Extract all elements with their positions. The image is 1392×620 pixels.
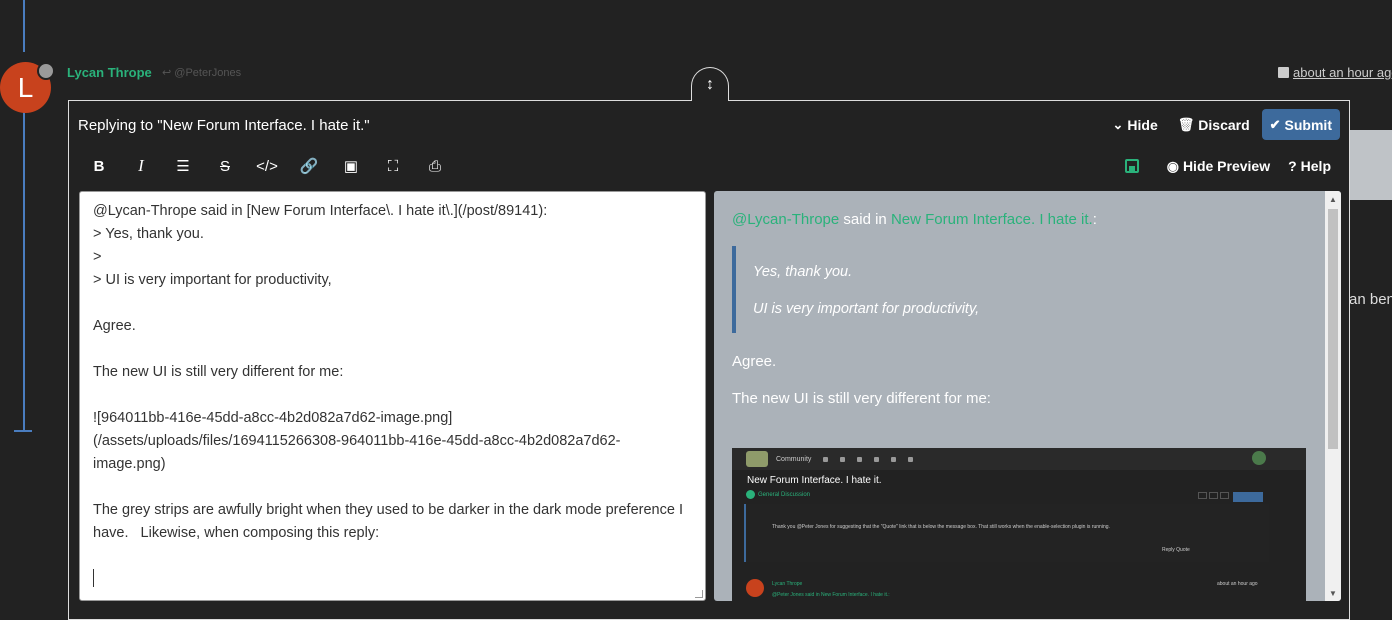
mini-category-label: General Discussion bbox=[758, 491, 811, 498]
site-logo-icon bbox=[746, 451, 768, 467]
hide-label: Hide bbox=[1127, 116, 1158, 133]
mini-time: about an hour ago bbox=[1217, 581, 1258, 587]
text-caret bbox=[93, 569, 94, 587]
nav-icon bbox=[874, 456, 880, 462]
trash-icon: 🗑 bbox=[1177, 116, 1195, 132]
background-strip bbox=[1350, 130, 1392, 200]
zen-mode-button[interactable]: ⛶ bbox=[372, 153, 414, 179]
strikethrough-button[interactable]: S bbox=[204, 153, 246, 179]
link-button[interactable]: 🔗 bbox=[288, 153, 330, 179]
bold-button[interactable]: B bbox=[78, 153, 120, 179]
composer: Replying to "New Forum Interface. I hate… bbox=[68, 100, 1350, 620]
mini-buttons bbox=[1198, 492, 1263, 502]
mini-mention: @Peter Jones said in New Forum Interface… bbox=[772, 592, 890, 598]
nav-icon bbox=[840, 456, 846, 462]
floppy-disk-icon[interactable] bbox=[1124, 159, 1139, 173]
discard-button[interactable]: 🗑 Discard bbox=[1170, 109, 1258, 140]
help-label: Help bbox=[1300, 158, 1331, 174]
submit-label: Submit bbox=[1284, 116, 1332, 133]
chevron-down-icon: ⌄ bbox=[1112, 116, 1124, 132]
preview-scrollbar[interactable]: ▲ ▼ bbox=[1325, 191, 1341, 601]
mini-navbar: Community bbox=[732, 448, 1306, 470]
hide-preview-button[interactable]: ◉ Hide Preview bbox=[1159, 153, 1278, 179]
check-icon: ✔ bbox=[1269, 116, 1281, 132]
mini-reply-button bbox=[1233, 492, 1263, 502]
list-button[interactable]: ☰ bbox=[162, 153, 204, 179]
preview-embedded-image: Community New Forum Interface. I hate it… bbox=[732, 448, 1306, 601]
eye-icon: ◉ bbox=[1166, 157, 1179, 174]
composer-actions: ⌄ Hide 🗑 Discard ✔ Submit bbox=[1105, 109, 1340, 140]
code-button[interactable]: </> bbox=[246, 153, 288, 179]
mini-text: Thank you @Peter Jones for suggesting th… bbox=[772, 524, 1110, 530]
resize-vertical-icon[interactable]: ↕ bbox=[691, 67, 729, 101]
quote-line: Yes, thank you. bbox=[753, 264, 853, 280]
topic-link[interactable]: New Forum Interface. I hate it. bbox=[891, 211, 1093, 228]
post-reply-to[interactable]: ↩ @PeterJones bbox=[162, 66, 241, 79]
scrollbar-thumb[interactable] bbox=[1328, 209, 1338, 449]
mini-button bbox=[1198, 492, 1207, 499]
post-author[interactable]: Lycan Thrope bbox=[67, 65, 152, 80]
image-button[interactable]: ▣ bbox=[330, 153, 372, 179]
toolbar-right: ◉ Hide Preview ? Help bbox=[1124, 153, 1339, 179]
globe-icon bbox=[1252, 451, 1266, 465]
preview-pane: @Lycan-Thrope said in New Forum Interfac… bbox=[714, 191, 1341, 601]
scroll-up-icon[interactable]: ▲ bbox=[1325, 191, 1341, 207]
discard-label: Discard bbox=[1198, 116, 1250, 133]
status-indicator bbox=[37, 62, 55, 80]
mini-author: Lycan Thrope bbox=[772, 581, 803, 587]
mention-link[interactable]: @Lycan-Thrope bbox=[732, 211, 839, 228]
question-icon: ? bbox=[1288, 158, 1297, 174]
mini-topic-title: New Forum Interface. I hate it. bbox=[747, 475, 882, 486]
category-icon bbox=[746, 490, 755, 499]
timestamp-text: about an hour ago bbox=[1293, 65, 1392, 80]
said-in-text: said in bbox=[839, 211, 891, 228]
quote-line: UI is very important for productivity, bbox=[753, 301, 980, 317]
italic-button[interactable]: I bbox=[120, 153, 162, 179]
edit-icon bbox=[1278, 67, 1289, 78]
thread-end-marker bbox=[14, 430, 32, 432]
preview-quote-header: @Lycan-Thrope said in New Forum Interfac… bbox=[732, 211, 1312, 228]
mini-text: Reply Quote bbox=[1162, 547, 1190, 553]
resize-grip[interactable] bbox=[695, 590, 703, 598]
submit-button[interactable]: ✔ Submit bbox=[1261, 109, 1340, 140]
nav-icon bbox=[908, 456, 914, 462]
scroll-down-icon[interactable]: ▼ bbox=[1325, 585, 1341, 601]
background-post-text: an ben bbox=[1349, 291, 1392, 308]
preview-blockquote: Yes, thank you. UI is very important for… bbox=[732, 246, 1312, 333]
reply-to-user: @PeterJones bbox=[174, 67, 242, 79]
colon-text: : bbox=[1092, 211, 1097, 228]
nav-icon bbox=[891, 456, 897, 462]
mini-button bbox=[1220, 492, 1229, 499]
formatting-toolbar: B I ☰ S </> 🔗 ▣ ⛶ ⎙ bbox=[78, 153, 456, 179]
mini-site-name: Community bbox=[776, 455, 812, 463]
preview-paragraph: The new UI is still very different for m… bbox=[732, 390, 991, 407]
post-timestamp[interactable]: about an hour ago bbox=[1278, 65, 1392, 80]
composer-title: Replying to "New Forum Interface. I hate… bbox=[78, 117, 370, 134]
mini-category: General Discussion bbox=[746, 490, 810, 499]
editor-content: @Lycan-Thrope said in [New Forum Interfa… bbox=[93, 203, 683, 541]
hide-button[interactable]: ⌄ Hide bbox=[1105, 109, 1166, 140]
nav-icon bbox=[823, 456, 829, 462]
upload-file-button[interactable]: ⎙ bbox=[414, 153, 456, 179]
thread-line bbox=[23, 0, 25, 52]
mini-post-strip bbox=[744, 504, 1269, 562]
reply-editor[interactable]: @Lycan-Thrope said in [New Forum Interfa… bbox=[79, 191, 706, 601]
help-button[interactable]: ? Help bbox=[1280, 153, 1339, 179]
thread-line bbox=[23, 112, 25, 430]
mini-button bbox=[1209, 492, 1218, 499]
mini-avatar bbox=[746, 579, 764, 597]
nav-icon bbox=[857, 456, 863, 462]
hide-preview-label: Hide Preview bbox=[1182, 158, 1271, 174]
preview-paragraph: Agree. bbox=[732, 353, 777, 370]
